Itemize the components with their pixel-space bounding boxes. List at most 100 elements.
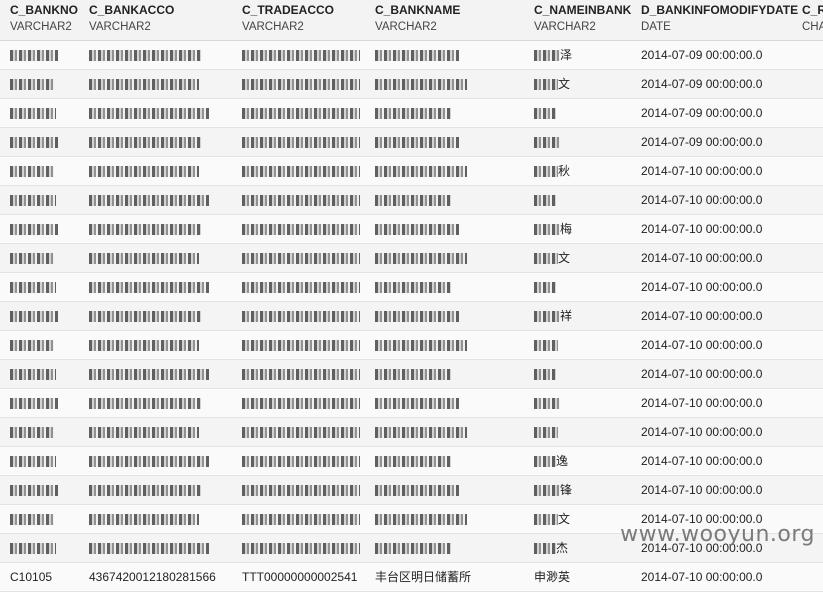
cell-modifydate: 2014-07-10 00:00:00.0 xyxy=(641,454,763,468)
table-row[interactable]: 文 2014-07-09 00:00:00.0 xyxy=(0,70,823,99)
table-row[interactable]: 2014-07-10 00:00:00.0 xyxy=(0,331,823,360)
redacted-bankacco xyxy=(89,485,201,496)
redacted-bankno xyxy=(10,108,56,119)
redacted-nameinbank xyxy=(534,311,560,322)
redacted-nameinbank xyxy=(534,79,558,90)
cell-nameinbank-suffix: 锋 xyxy=(560,483,573,497)
grid-header: C_BANKNO VARCHAR2 C_BANKACCO VARCHAR2 C_… xyxy=(0,0,823,41)
column-header-bankno[interactable]: C_BANKNO VARCHAR2 xyxy=(10,3,78,35)
redacted-tradeacco xyxy=(242,369,360,380)
cell-bankacco: 4367420012180281566 xyxy=(89,570,216,584)
cell-modifydate: 2014-07-10 00:00:00.0 xyxy=(641,367,763,381)
cell-modifydate: 2014-07-10 00:00:00.0 xyxy=(641,483,763,497)
table-row[interactable]: 2014-07-10 00:00:00.0 xyxy=(0,360,823,389)
table-row[interactable]: 2014-07-09 00:00:00.0 xyxy=(0,99,823,128)
redacted-nameinbank xyxy=(534,427,558,438)
redacted-tradeacco xyxy=(242,427,360,438)
column-header-bankacco[interactable]: C_BANKACCO VARCHAR2 xyxy=(89,3,174,35)
table-row[interactable]: 泽 2014-07-09 00:00:00.0 xyxy=(0,41,823,70)
redacted-nameinbank xyxy=(534,369,556,380)
column-name: C_BANKACCO xyxy=(89,3,175,17)
redacted-bankno xyxy=(10,398,58,409)
redacted-bankno xyxy=(10,166,54,177)
column-header-nameinbank[interactable]: C_NAMEINBANK VARCHAR2 xyxy=(534,3,631,35)
table-row[interactable]: 祥 2014-07-10 00:00:00.0 xyxy=(0,302,823,331)
redacted-bankno xyxy=(10,311,58,322)
redacted-bankacco xyxy=(89,195,209,206)
redacted-bankname xyxy=(375,137,459,148)
column-header-modifydate[interactable]: D_BANKINFOMODIFYDATE DATE xyxy=(641,3,798,35)
redacted-bankno xyxy=(10,50,58,61)
redacted-tradeacco xyxy=(242,514,360,525)
column-header-tradeacco[interactable]: C_TRADEACCO VARCHAR2 xyxy=(242,3,334,35)
cell-modifydate: 2014-07-10 00:00:00.0 xyxy=(641,164,763,178)
redacted-nameinbank xyxy=(534,514,558,525)
redacted-tradeacco xyxy=(242,224,360,235)
redacted-bankno xyxy=(10,514,54,525)
redacted-nameinbank xyxy=(534,398,560,409)
redacted-bankno xyxy=(10,485,58,496)
column-header-bankname[interactable]: C_BANKNAME VARCHAR2 xyxy=(375,3,460,35)
column-type: VARCHAR2 xyxy=(534,21,596,33)
cell-modifydate: 2014-07-10 00:00:00.0 xyxy=(641,338,763,352)
redacted-nameinbank xyxy=(534,50,560,61)
column-name: C_NAMEINBANK xyxy=(534,3,632,17)
redacted-nameinbank xyxy=(534,166,558,177)
redacted-bankname xyxy=(375,253,467,264)
redacted-bankacco xyxy=(89,311,201,322)
redacted-bankname xyxy=(375,166,467,177)
table-row[interactable]: 2014-07-09 00:00:00.0 xyxy=(0,128,823,157)
cell-nameinbank-suffix: 梅 xyxy=(560,222,573,236)
cell-modifydate: 2014-07-09 00:00:00.0 xyxy=(641,48,763,62)
table-row[interactable]: 2014-07-10 00:00:00.0 xyxy=(0,186,823,215)
table-row[interactable]: 秋 2014-07-10 00:00:00.0 xyxy=(0,157,823,186)
redacted-bankacco xyxy=(89,224,201,235)
redacted-bankname xyxy=(375,311,459,322)
table-row[interactable]: 逸 2014-07-10 00:00:00.0 xyxy=(0,447,823,476)
column-name: D_BANKINFOMODIFYDATE xyxy=(641,3,799,17)
table-row[interactable]: 2014-07-10 00:00:00.0 xyxy=(0,389,823,418)
table-row-last[interactable]: C10105 4367420012180281566 TTT0000000000… xyxy=(0,563,823,592)
column-name: C_R xyxy=(802,3,823,17)
redacted-tradeacco xyxy=(242,253,360,264)
redacted-bankacco xyxy=(89,369,209,380)
table-row[interactable]: 文 2014-07-10 00:00:00.0 xyxy=(0,244,823,273)
redacted-bankacco xyxy=(89,108,209,119)
cell-nameinbank-suffix: 泽 xyxy=(560,48,573,62)
grid-body: 泽 2014-07-09 00:00:00.0 文 2014-07-09 00:00:… xyxy=(0,41,823,563)
table-row[interactable]: 梅 2014-07-10 00:00:00.0 xyxy=(0,215,823,244)
cell-nameinbank-suffix: 秋 xyxy=(558,164,571,178)
table-row[interactable]: 2014-07-10 00:00:00.0 xyxy=(0,273,823,302)
redacted-bankname xyxy=(375,398,459,409)
table-row[interactable]: 锋 2014-07-10 00:00:00.0 xyxy=(0,476,823,505)
redacted-tradeacco xyxy=(242,485,360,496)
table-row[interactable]: 2014-07-10 00:00:00.0 xyxy=(0,418,823,447)
redacted-nameinbank xyxy=(534,224,560,235)
redacted-bankname xyxy=(375,543,451,554)
redacted-bankacco xyxy=(89,427,199,438)
redacted-bankacco xyxy=(89,340,199,351)
redacted-bankacco xyxy=(89,79,199,90)
redacted-nameinbank xyxy=(534,195,556,206)
redacted-bankname xyxy=(375,108,451,119)
column-header-truncated[interactable]: C_R CHA xyxy=(802,3,823,35)
column-type: VARCHAR2 xyxy=(375,21,437,33)
cell-nameinbank-suffix: 文 xyxy=(558,251,571,265)
column-type: VARCHAR2 xyxy=(89,21,151,33)
cell-nameinbank: 申渺英 xyxy=(534,570,571,584)
column-type: VARCHAR2 xyxy=(10,21,72,33)
redacted-tradeacco xyxy=(242,166,360,177)
redacted-tradeacco xyxy=(242,282,360,293)
cell-nameinbank-suffix: 杰 xyxy=(556,541,569,555)
redacted-bankno xyxy=(10,253,54,264)
redacted-bankname xyxy=(375,195,451,206)
redacted-bankname xyxy=(375,224,459,235)
redacted-nameinbank xyxy=(534,543,556,554)
redacted-tradeacco xyxy=(242,456,360,467)
cell-modifydate: 2014-07-10 00:00:00.0 xyxy=(641,251,763,265)
redacted-nameinbank xyxy=(534,137,560,148)
cell-nameinbank-suffix: 逸 xyxy=(556,454,569,468)
redacted-tradeacco xyxy=(242,137,360,148)
cell-modifydate: 2014-07-10 00:00:00.0 xyxy=(641,309,763,323)
redacted-bankname xyxy=(375,79,467,90)
